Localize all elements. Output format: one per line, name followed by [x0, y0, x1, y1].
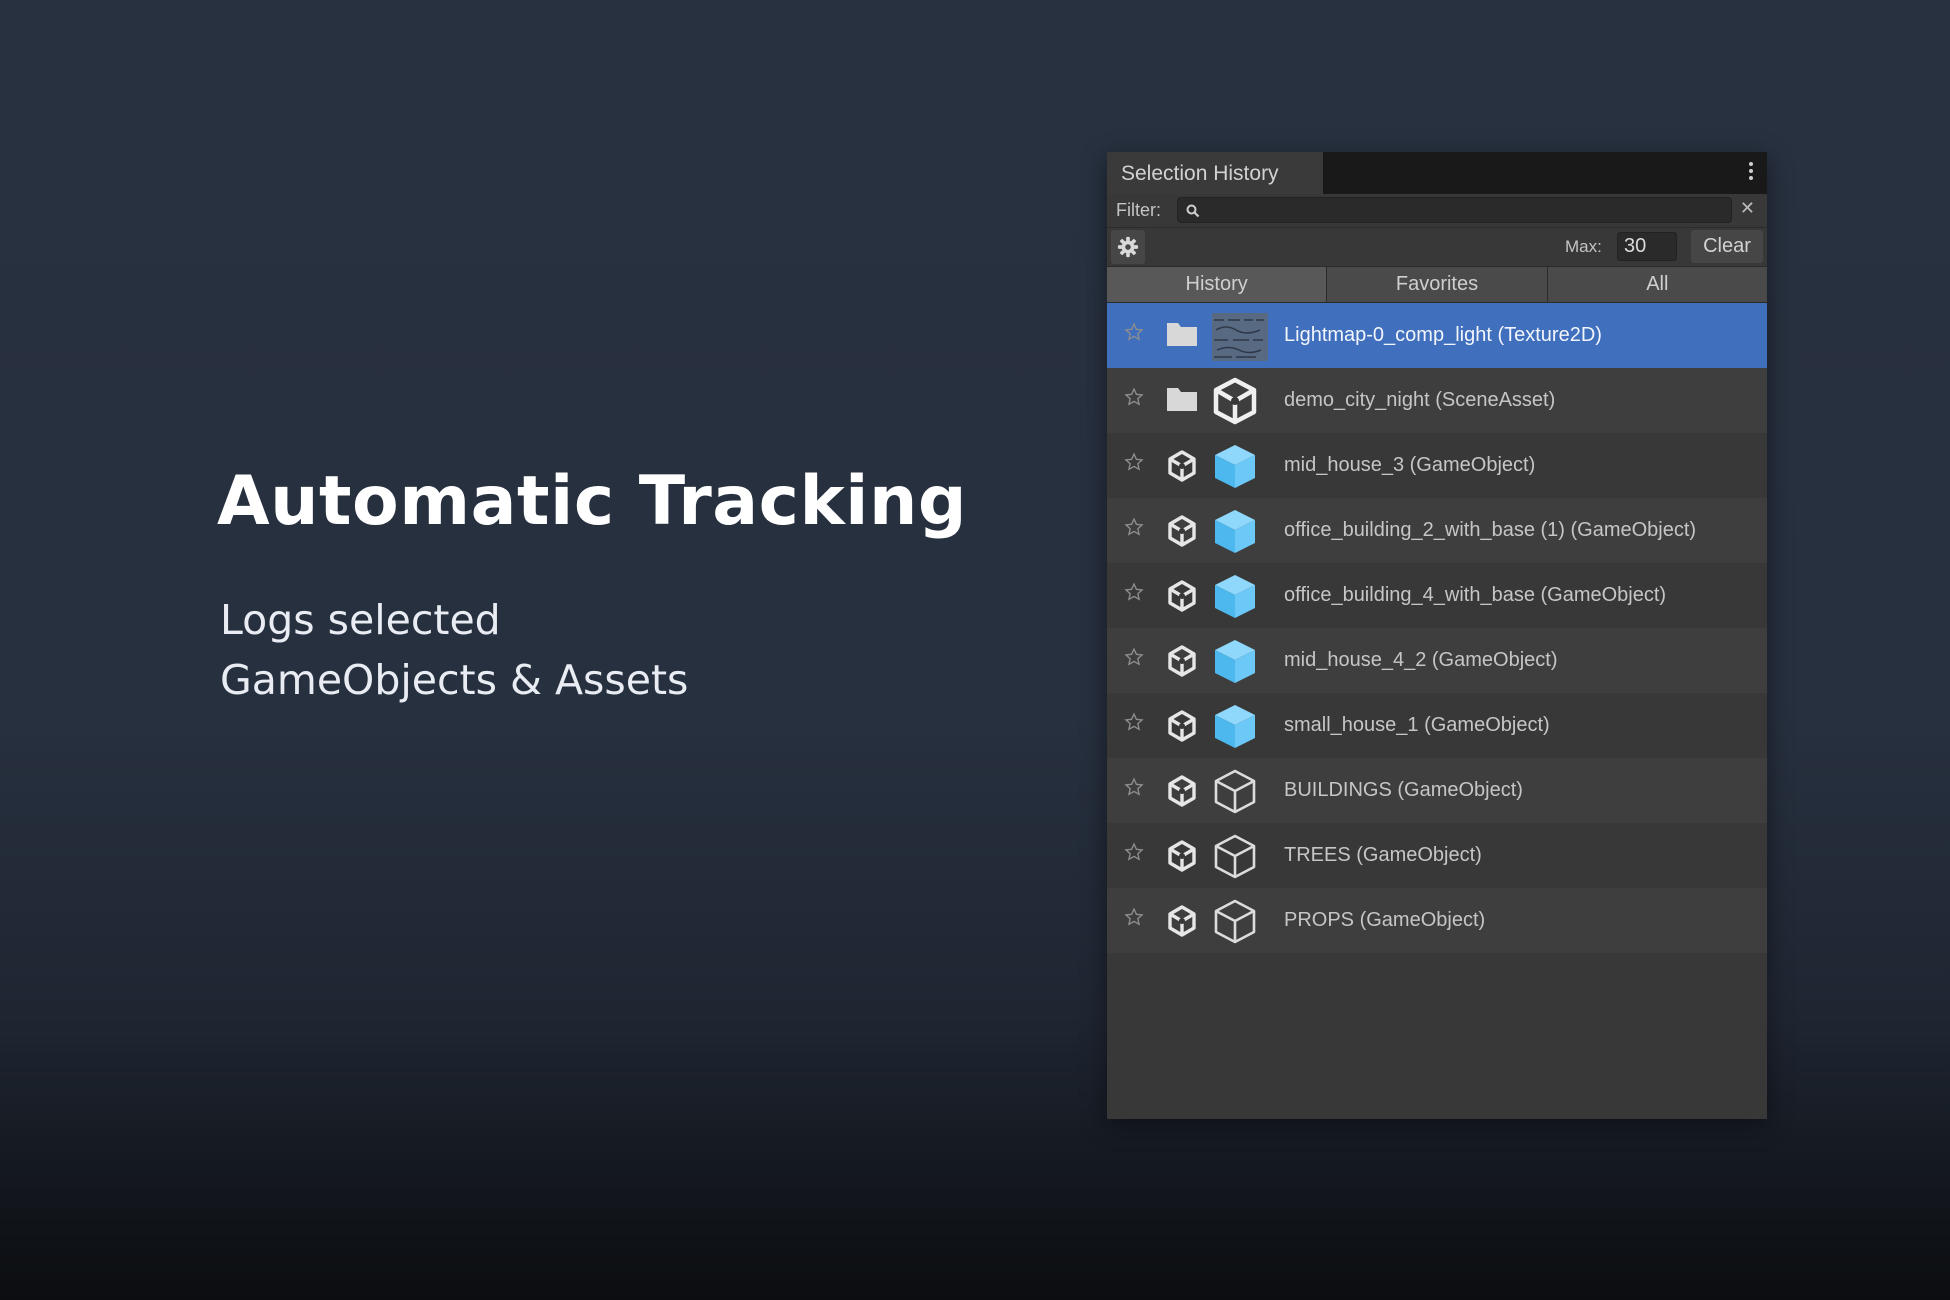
list-item-label: mid_house_3 (GameObject) [1284, 454, 1536, 476]
favorite-star-icon[interactable] [1124, 517, 1144, 542]
list-item-label: TREES (GameObject) [1284, 844, 1482, 866]
favorite-star-icon[interactable] [1124, 582, 1144, 607]
list-item-label: PROPS (GameObject) [1284, 909, 1486, 931]
hero-title: Automatic Tracking [217, 462, 968, 541]
clear-button[interactable]: Clear [1691, 230, 1763, 263]
close-icon[interactable]: ✕ [1740, 198, 1755, 219]
hero-subtitle-line2: GameObjects & Assets [220, 656, 689, 704]
filter-input[interactable] [1177, 197, 1732, 223]
tab-history[interactable]: History [1107, 267, 1328, 302]
selection-history-window: Selection History Filter: ✕ Max: 30 Clea… [1107, 152, 1767, 1119]
list-item[interactable]: office_building_2_with_base (1) (GameObj… [1107, 498, 1767, 563]
tab-all[interactable]: All [1547, 267, 1767, 302]
history-list: Lightmap-0_comp_light (Texture2D) demo_c… [1107, 303, 1767, 953]
settings-button[interactable] [1111, 230, 1145, 264]
favorite-star-icon[interactable] [1124, 712, 1144, 737]
favorite-star-icon[interactable] [1124, 842, 1144, 867]
window-titlebar: Selection History [1107, 152, 1767, 194]
prefab-cube-icon [1211, 442, 1259, 495]
list-item[interactable]: Lightmap-0_comp_light (Texture2D) [1107, 303, 1767, 368]
list-item-label: demo_city_night (SceneAsset) [1284, 389, 1556, 411]
unity-logo-icon [1165, 449, 1199, 488]
unity-logo-icon [1165, 579, 1199, 618]
max-label: Max: [1565, 237, 1602, 256]
view-tabs: History Favorites All [1107, 266, 1767, 303]
prefab-cube-icon [1211, 507, 1259, 560]
list-item[interactable]: mid_house_3 (GameObject) [1107, 433, 1767, 498]
max-count-input[interactable]: 30 [1617, 232, 1677, 261]
list-item-label: Lightmap-0_comp_light (Texture2D) [1284, 324, 1602, 346]
list-item[interactable]: TREES (GameObject) [1107, 823, 1767, 888]
list-item[interactable]: PROPS (GameObject) [1107, 888, 1767, 953]
prefab-cube-icon [1211, 702, 1259, 755]
unity-logo-icon [1165, 774, 1199, 813]
favorite-star-icon[interactable] [1124, 647, 1144, 672]
gameobject-cube-icon [1211, 832, 1259, 885]
prefab-cube-icon [1211, 572, 1259, 625]
folder-icon [1165, 384, 1199, 419]
favorite-star-icon[interactable] [1124, 452, 1144, 477]
favorite-star-icon[interactable] [1124, 777, 1144, 802]
unity-scene-icon [1211, 377, 1259, 430]
favorite-star-icon[interactable] [1124, 907, 1144, 932]
list-item[interactable]: small_house_1 (GameObject) [1107, 693, 1767, 758]
favorite-star-icon[interactable] [1124, 387, 1144, 412]
unity-logo-icon [1165, 514, 1199, 553]
kebab-menu-icon[interactable] [1749, 162, 1755, 183]
list-item[interactable]: demo_city_night (SceneAsset) [1107, 368, 1767, 433]
list-item-label: office_building_4_with_base (GameObject) [1284, 584, 1667, 606]
texture-thumbnail-icon [1211, 312, 1269, 367]
tab-favorites[interactable]: Favorites [1327, 267, 1548, 302]
filter-bar: Filter: ✕ [1107, 194, 1767, 227]
list-item-label: BUILDINGS (GameObject) [1284, 779, 1523, 801]
toolbar: Max: 30 Clear [1107, 227, 1767, 266]
hero-subtitle: Logs selected GameObjects & Assets [220, 590, 688, 710]
gameobject-cube-icon [1211, 897, 1259, 950]
unity-logo-icon [1165, 709, 1199, 748]
list-item[interactable]: mid_house_4_2 (GameObject) [1107, 628, 1767, 693]
favorite-star-icon[interactable] [1124, 322, 1144, 347]
list-item[interactable]: BUILDINGS (GameObject) [1107, 758, 1767, 823]
hero-subtitle-line1: Logs selected [220, 596, 501, 644]
list-item[interactable]: office_building_4_with_base (GameObject) [1107, 563, 1767, 628]
list-item-label: office_building_2_with_base (1) (GameObj… [1284, 519, 1697, 541]
prefab-cube-icon [1211, 637, 1259, 690]
folder-icon [1165, 319, 1199, 354]
list-item-label: small_house_1 (GameObject) [1284, 714, 1550, 736]
unity-logo-icon [1165, 839, 1199, 878]
gear-icon [1117, 236, 1139, 258]
filter-label: Filter: [1116, 200, 1161, 220]
search-icon [1186, 204, 1200, 218]
unity-logo-icon [1165, 644, 1199, 683]
gameobject-cube-icon [1211, 767, 1259, 820]
list-item-label: mid_house_4_2 (GameObject) [1284, 649, 1558, 671]
window-tab[interactable]: Selection History [1107, 152, 1323, 194]
unity-logo-icon [1165, 904, 1199, 943]
